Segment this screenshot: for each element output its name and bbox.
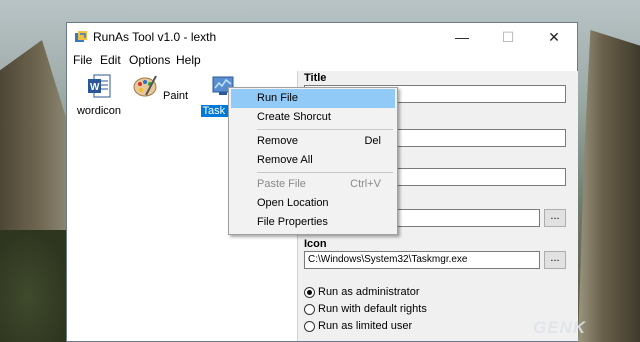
menu-item-open-location[interactable]: Open Location	[231, 194, 395, 213]
radio-run-as-administrator[interactable]: Run as administrator	[304, 286, 420, 298]
menu-edit[interactable]: Edit	[100, 53, 121, 67]
menu-item-run-file[interactable]: Run File	[231, 89, 395, 108]
file-label: wordicon	[76, 105, 122, 117]
menu-item-remove-all[interactable]: Remove All	[231, 151, 395, 170]
menu-bar: File Edit Options Help	[67, 51, 577, 71]
menu-file[interactable]: File	[73, 53, 92, 67]
radio-run-with-default-rights[interactable]: Run with default rights	[304, 303, 427, 315]
icon-label: Icon	[304, 238, 327, 250]
svg-text:W: W	[90, 82, 100, 93]
radio-button[interactable]	[304, 303, 315, 315]
radio-label: Run as administrator	[318, 286, 420, 298]
radio-run-as-limited-user[interactable]: Run as limited user	[304, 320, 412, 332]
menu-options[interactable]: Options	[129, 53, 170, 67]
menu-separator	[257, 129, 393, 130]
maximize-button[interactable]: ☐	[485, 23, 531, 51]
background-tree	[0, 230, 70, 342]
radio-label: Run with default rights	[318, 303, 427, 315]
title-label: Title	[304, 72, 327, 84]
icon-field[interactable]: C:\Windows\System32\Taskmgr.exe	[304, 251, 540, 269]
file-item-paint[interactable]: Paint	[131, 73, 191, 102]
minimize-button[interactable]: —	[439, 23, 485, 51]
watermark-logo: GENK	[533, 318, 587, 337]
file-item-wordicon[interactable]: W wordicon	[69, 73, 129, 117]
menu-help[interactable]: Help	[176, 53, 201, 67]
menu-item-remove[interactable]: Remove Del	[231, 132, 395, 151]
directory-browse-button[interactable]: ...	[544, 209, 566, 227]
menu-item-paste-file: Paste File Ctrl+V	[257, 178, 381, 190]
file-label: Paint	[162, 90, 189, 102]
context-menu: Run File Create Shorcut Remove Del Remov…	[228, 87, 398, 235]
icon-browse-button[interactable]: ...	[544, 251, 566, 269]
radio-button[interactable]	[304, 286, 315, 298]
radio-label: Run as limited user	[318, 320, 413, 332]
radio-button[interactable]	[304, 320, 315, 332]
title-bar[interactable]: RunAs Tool v1.0 - lexth — ☐ ✕	[67, 23, 577, 51]
menu-separator	[257, 172, 393, 173]
close-button[interactable]: ✕	[531, 23, 577, 51]
paint-icon	[133, 75, 157, 97]
menu-item-file-properties[interactable]: File Properties	[231, 213, 395, 232]
menu-item-create-shortcut[interactable]: Create Shorcut	[231, 108, 395, 127]
word-icon: W	[88, 74, 111, 98]
window-title: RunAs Tool v1.0 - lexth	[93, 30, 217, 44]
app-icon	[75, 31, 87, 42]
